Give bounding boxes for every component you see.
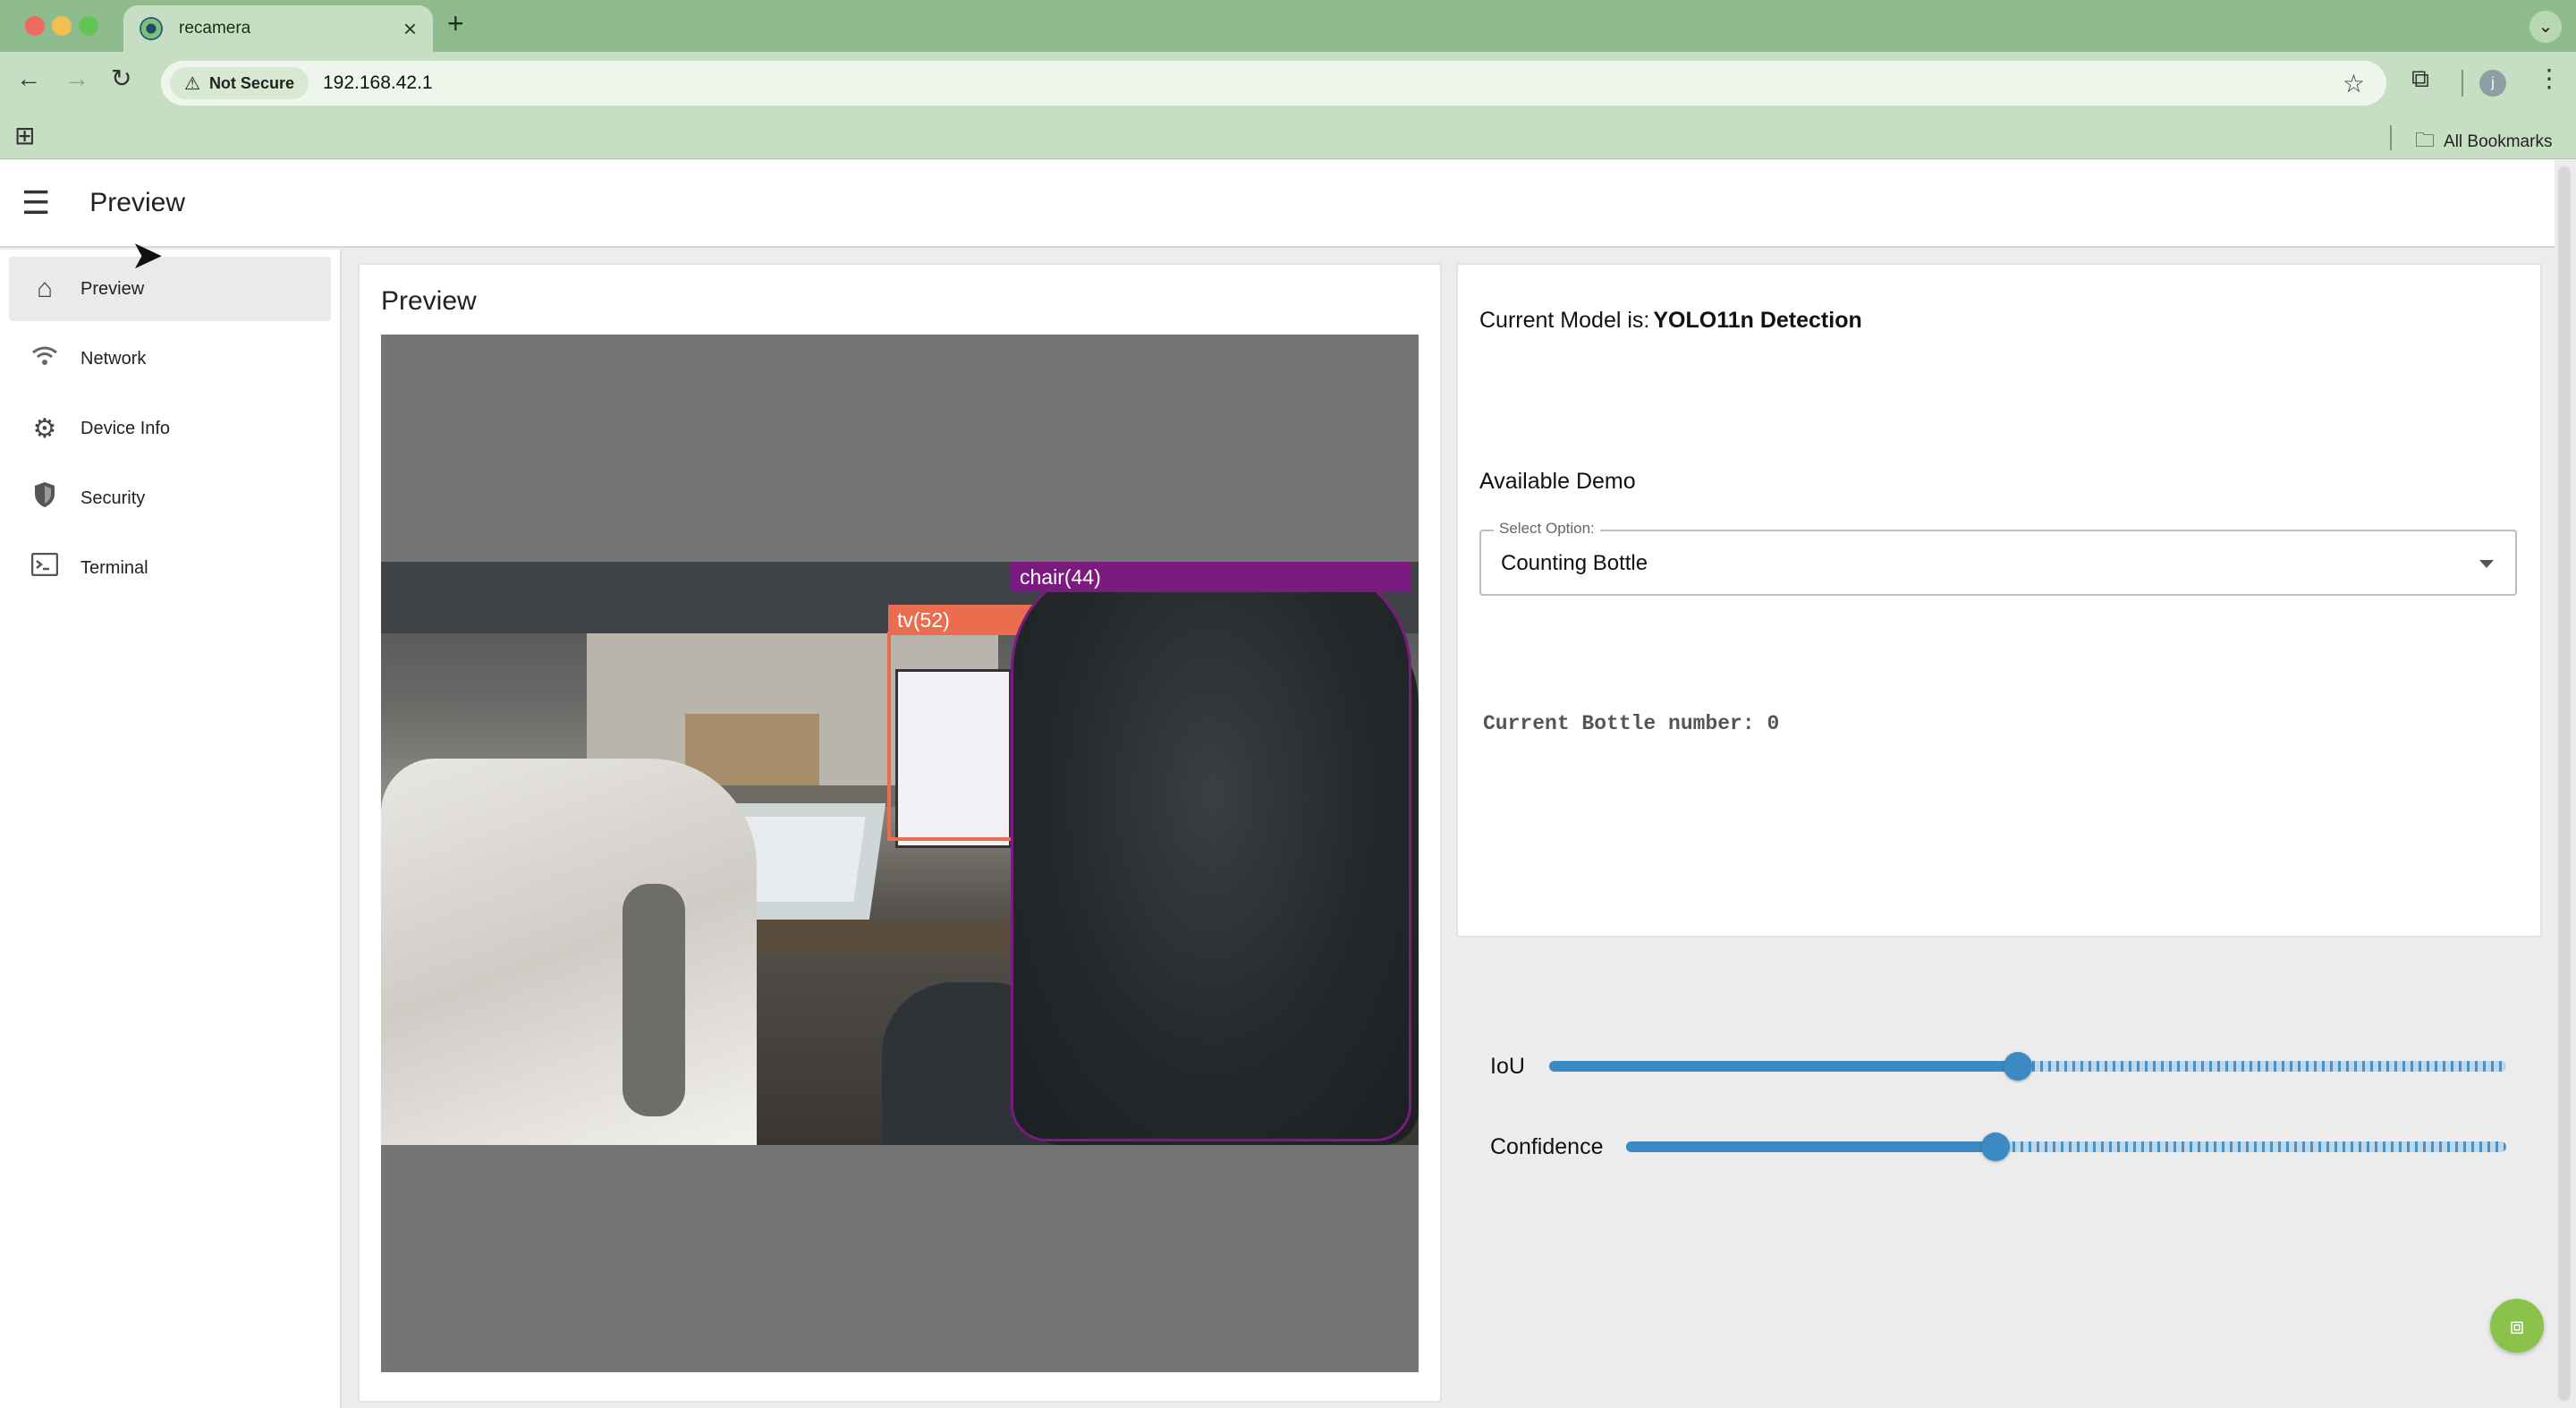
sidebar-item-label: Preview: [80, 278, 145, 299]
preview-card: Preview tv(52) chair(44): [358, 263, 1442, 1403]
iou-slider-thumb[interactable]: [2004, 1052, 2033, 1081]
confidence-slider-thumb[interactable]: [1981, 1132, 2011, 1161]
sidebar-item-device-info[interactable]: ⚙ Device Info: [9, 396, 331, 461]
forward-arrow-icon[interactable]: →: [64, 66, 89, 91]
confidence-slider[interactable]: [1626, 1132, 2506, 1161]
iou-slider-fill: [1549, 1061, 2019, 1072]
sidebar-item-terminal[interactable]: Terminal: [9, 536, 331, 600]
apps-grid-icon[interactable]: ⊞: [14, 123, 35, 148]
browser-tab[interactable]: recamera ×: [123, 5, 433, 52]
bookmarks-divider: [2390, 125, 2392, 150]
model-settings-card: Current Model is: YOLO11n Detection Avail…: [1456, 263, 2542, 1161]
sidebar-item-label: Device Info: [80, 418, 171, 438]
warning-icon: ⚠: [184, 73, 200, 94]
browser-tabstrip: recamera × + ⌄: [0, 0, 2576, 52]
confidence-slider-fill: [1626, 1141, 1996, 1152]
iou-label: IoU: [1490, 1053, 1525, 1079]
current-model-name: YOLO11n Detection: [1653, 308, 1862, 333]
folder-icon: 🗀: [2415, 129, 2436, 151]
detection-label-chair: chair(44): [1011, 562, 1411, 592]
mouse-cursor-icon: ➤: [131, 233, 164, 277]
bookmark-star-icon[interactable]: ☆: [2343, 69, 2365, 98]
wifi-icon: [9, 344, 80, 374]
back-arrow-icon[interactable]: ←: [16, 66, 41, 91]
app-header: ☰ Preview: [0, 160, 2555, 248]
profile-avatar[interactable]: j: [2479, 70, 2506, 97]
demo-select[interactable]: Select Option: Counting Bottle: [1479, 520, 2517, 596]
maximize-window-button[interactable]: [79, 16, 98, 36]
page-scrollbar[interactable]: [2558, 166, 2571, 1401]
confidence-slider-row: Confidence: [1479, 1129, 2517, 1165]
bottle-count-text: Current Bottle number: 0: [1483, 712, 1780, 735]
address-bar[interactable]: ⚠ Not Secure 192.168.42.1 ☆: [161, 61, 2386, 106]
all-bookmarks-button[interactable]: 🗀 All Bookmarks: [2415, 125, 2552, 159]
toolbar-divider: [2462, 70, 2463, 97]
select-value: Counting Bottle: [1501, 551, 1648, 575]
sidebar: ⌂ Preview Network ⚙ Device Info Security…: [0, 250, 342, 1408]
browser-toolbar: ← → ↻ ⚠ Not Secure 192.168.42.1 ☆ ⧉ j ⋮: [0, 52, 2576, 115]
sidebar-item-preview[interactable]: ⌂ Preview: [9, 257, 331, 321]
current-model-prefix: Current Model is:: [1479, 308, 1650, 333]
select-legend: Select Option:: [1494, 520, 1600, 538]
available-demo-label: Available Demo: [1479, 469, 1636, 494]
minimize-window-button[interactable]: [52, 16, 72, 36]
detection-box-chair: chair(44): [1011, 562, 1411, 1141]
all-bookmarks-label: All Bookmarks: [2444, 132, 2553, 151]
camera-preview-frame: tv(52) chair(44): [381, 335, 1419, 1372]
close-window-button[interactable]: [25, 16, 45, 36]
home-icon: ⌂: [36, 274, 54, 303]
screenshot-fab-button[interactable]: ⧈: [2490, 1299, 2544, 1353]
extensions-puzzle-icon[interactable]: ⧉: [2411, 66, 2429, 91]
recamera-favicon-icon: [140, 17, 163, 40]
iou-slider-row: IoU: [1479, 1048, 2517, 1084]
dropdown-arrow-icon[interactable]: [2479, 560, 2494, 568]
page-title: Preview: [89, 188, 185, 217]
hamburger-menu-icon[interactable]: ☰: [21, 187, 50, 219]
terminal-icon: [9, 552, 80, 583]
sidebar-item-label: Terminal: [80, 557, 148, 578]
sidebar-item-label: Network: [80, 348, 147, 369]
camera-feed-image: tv(52) chair(44): [381, 562, 1419, 1145]
iou-slider[interactable]: [1549, 1052, 2506, 1081]
tab-search-chevron-icon[interactable]: ⌄: [2529, 11, 2562, 43]
sidebar-item-label: Security: [80, 488, 146, 508]
shield-icon: [9, 481, 80, 515]
current-model-line: Current Model is: YOLO11n Detection: [1479, 308, 1862, 334]
security-label: Not Secure: [208, 73, 294, 92]
bookmarks-bar: ⊞ 🗀 All Bookmarks: [0, 115, 2576, 159]
preview-card-title: Preview: [381, 286, 477, 316]
sidebar-item-network[interactable]: Network: [9, 327, 331, 391]
tab-title: recamera: [179, 19, 251, 38]
reload-icon[interactable]: ↻: [111, 66, 131, 91]
sidebar-item-security[interactable]: Security: [9, 466, 331, 530]
confidence-label: Confidence: [1490, 1133, 1604, 1159]
gear-icon: ⚙: [32, 413, 57, 444]
security-chip[interactable]: ⚠ Not Secure: [170, 67, 309, 99]
tab-close-icon[interactable]: ×: [403, 17, 417, 40]
browser-menu-kebab-icon[interactable]: ⋮: [2537, 66, 2562, 91]
url-text[interactable]: 192.168.42.1: [323, 72, 2343, 94]
new-tab-icon[interactable]: +: [447, 9, 464, 38]
